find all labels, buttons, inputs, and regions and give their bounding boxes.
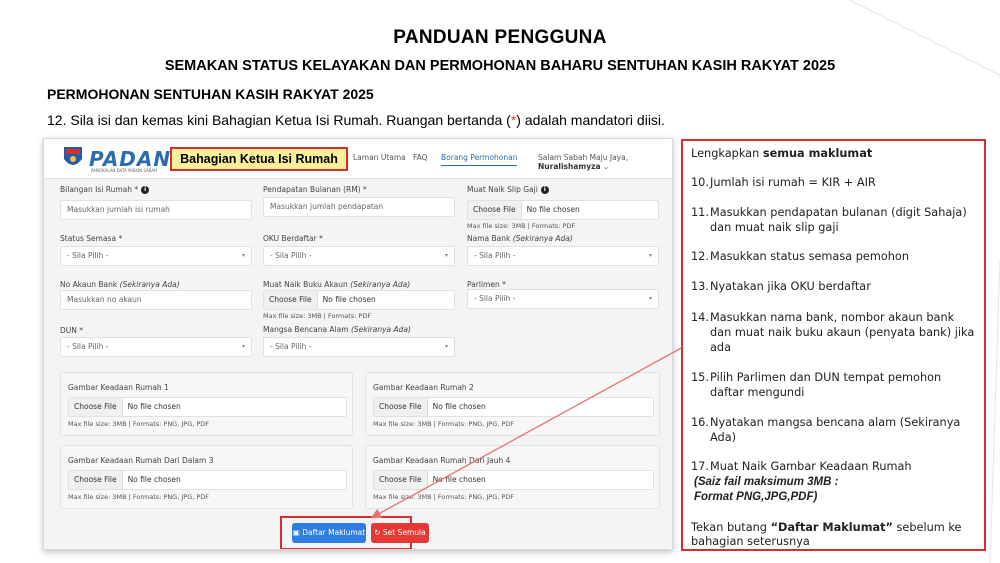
- dropdown-caret-icon: ▾: [444, 343, 448, 350]
- bank-label: Nama Bank (Sekiranya Ada): [467, 234, 573, 243]
- gambar-file-input-4[interactable]: Choose File No file chosen: [373, 470, 654, 490]
- bencana-label: Mangsa Bencana Alam (Sekiranya Ada): [263, 325, 411, 334]
- daftar-maklumat-button[interactable]: ▣ Daftar Maklumat: [292, 523, 366, 543]
- gambar-card-3: Gambar Keadaan Rumah Dari Dalam 3 Choose…: [60, 445, 353, 509]
- guide-footer: Tekan butang “Daftar Maklumat” sebelum k…: [691, 521, 962, 548]
- dun-label: DUN *: [60, 326, 84, 335]
- guide-heading: Lengkapkan semua maklumat: [691, 147, 873, 160]
- guide-item: 13.Nyatakan jika OKU berdaftar: [691, 280, 871, 293]
- instruction-text: 12. Sila isi dan kemas kini Bahagian Ket…: [47, 112, 665, 128]
- gambar-title: Gambar Keadaan Rumah Dari Dalam 3: [68, 456, 214, 465]
- gambar-card-2: Gambar Keadaan Rumah 2 Choose File No fil…: [365, 372, 660, 436]
- choose-file-button: Choose File: [69, 471, 123, 489]
- section-title: PERMOHONAN SENTUHAN KASIH RAKYAT 2025: [47, 86, 374, 102]
- section-label-highlight: Bahagian Ketua Isi Rumah: [170, 147, 348, 171]
- refresh-icon: ↻: [374, 528, 381, 537]
- sabah-crest-icon: [64, 147, 82, 165]
- guide-item: 15.Pilih Parlimen dan DUN tempat pemohon…: [691, 371, 942, 399]
- user-menu[interactable]: Salam Sabah Maju Jaya, Nuralishamyza ⌄: [538, 153, 672, 171]
- gambar-file-input-1[interactable]: Choose File No file chosen: [68, 397, 347, 417]
- buku-hint: Max file size: 3MB | Formats: PDF: [263, 312, 372, 320]
- form-screenshot: PADANS PANGKALAN DATA MISKIN SABAH Bahag…: [43, 138, 673, 550]
- guide-item: 14.Masukkan nama bank, nombor akaun bank…: [691, 311, 975, 354]
- bank-select[interactable]: - Sila Pilih - ▾: [467, 246, 659, 266]
- choose-file-button: Choose File: [69, 398, 123, 416]
- buku-label: Muat Naik Buku Akaun (Sekiranya Ada): [263, 280, 411, 289]
- dropdown-caret-icon: ▾: [241, 252, 245, 259]
- status-select[interactable]: - Sila Pilih - ▾: [60, 246, 252, 266]
- oku-select[interactable]: - Sila Pilih - ▾: [263, 246, 455, 266]
- bencana-select[interactable]: - Sila Pilih - ▾: [263, 337, 455, 357]
- username: Nuralishamyza: [538, 162, 601, 171]
- dropdown-caret-icon: ▾: [444, 252, 448, 259]
- gambar-file-input-3[interactable]: Choose File No file chosen: [68, 470, 347, 490]
- parlimen-label: Parlimen *: [467, 280, 506, 289]
- pendapatan-input[interactable]: Masukkan jumlah pendapatan: [263, 197, 455, 217]
- slide-subtitle: SEMAKAN STATUS KELAYAKAN DAN PERMOHONAN …: [164, 58, 836, 74]
- status-label: Status Semasa *: [60, 234, 123, 243]
- gambar-hint: Max file size: 3MB | Formats: PNG, JPG, …: [373, 493, 515, 501]
- dun-select[interactable]: - Sila Pilih - ▾: [60, 337, 252, 357]
- pendapatan-label: Pendapatan Bulanan (RM) *: [263, 185, 367, 194]
- guide-note: (Saiz fail maksimum 3MB :: [694, 476, 839, 488]
- slip-hint: Max file size: 3MB | Formats: PDF: [467, 222, 576, 230]
- guide-item: 11.Masukkan pendapatan bulanan (digit Sa…: [691, 206, 967, 234]
- brand-tagline: PANGKALAN DATA MISKIN SABAH: [91, 168, 158, 173]
- choose-file-button: Choose File: [374, 471, 428, 489]
- gambar-title: Gambar Keadaan Rumah Dari Jauh 4: [373, 456, 511, 465]
- slip-label: Muat Naik Slip Gaji i: [467, 185, 549, 194]
- oku-label: OKU Berdaftar *: [263, 234, 323, 243]
- gambar-hint: Max file size: 3MB | Formats: PNG, JPG, …: [68, 420, 210, 428]
- chevron-down-icon: ⌄: [602, 162, 610, 171]
- dropdown-caret-icon: ▾: [648, 252, 652, 259]
- choose-file-button: Choose File: [264, 291, 318, 309]
- save-icon: ▣: [292, 528, 300, 537]
- info-icon[interactable]: i: [141, 186, 150, 194]
- gambar-title: Gambar Keadaan Rumah 2: [373, 383, 474, 392]
- nav-borang-permohonan[interactable]: Borang Permohonan: [441, 153, 518, 166]
- nav-faq[interactable]: FAQ: [413, 153, 428, 162]
- bilangan-label: Bilangan Isi Rumah * i: [60, 185, 150, 194]
- gambar-hint: Max file size: 3MB | Formats: PNG, JPG, …: [373, 420, 515, 428]
- guide-item: 16.Nyatakan mangsa bencana alam (Sekiran…: [691, 416, 961, 444]
- guide-item: 10.Jumlah isi rumah = KIR + AIR: [691, 176, 876, 189]
- guide-note: Format PNG,JPG,PDF): [694, 491, 818, 503]
- gambar-hint: Max file size: 3MB | Formats: PNG, JPG, …: [68, 493, 210, 501]
- bilangan-input[interactable]: Masukkan jumlah isi rumah: [60, 200, 252, 220]
- parlimen-select[interactable]: - Sila Pilih - ▾: [467, 289, 659, 309]
- navbar: PADANS PANGKALAN DATA MISKIN SABAH Bahag…: [44, 139, 672, 179]
- dropdown-caret-icon: ▾: [648, 295, 652, 302]
- nav-laman-utama[interactable]: Laman Utama: [353, 153, 406, 162]
- dropdown-caret-icon: ▾: [241, 343, 245, 350]
- info-icon[interactable]: i: [540, 186, 549, 194]
- choose-file-button: Choose File: [374, 398, 428, 416]
- set-semula-button[interactable]: ↻ Set Semula: [371, 523, 429, 543]
- guide-item: 12.Masukkan status semasa pemohon: [691, 250, 910, 263]
- akaun-input[interactable]: Masukkan no akaun: [60, 290, 252, 310]
- slip-file-input[interactable]: Choose File No file chosen: [467, 200, 659, 220]
- gambar-card-4: Gambar Keadaan Rumah Dari Jauh 4 Choose …: [365, 445, 660, 509]
- slide-title: PANDUAN PENGGUNA: [393, 27, 607, 48]
- buku-file-input[interactable]: Choose File No file chosen: [263, 290, 455, 310]
- choose-file-button: Choose File: [468, 201, 522, 219]
- gambar-file-input-2[interactable]: Choose File No file chosen: [373, 397, 654, 417]
- guide-panel: Lengkapkan semua maklumat 10.Jumlah isi …: [681, 139, 986, 551]
- guide-item: 17.Muat Naik Gambar Keadaan Rumah: [691, 460, 912, 473]
- gambar-title: Gambar Keadaan Rumah 1: [68, 383, 169, 392]
- akaun-label: No Akaun Bank (Sekiranya Ada): [60, 280, 180, 289]
- gambar-card-1: Gambar Keadaan Rumah 1 Choose File No fil…: [60, 372, 353, 436]
